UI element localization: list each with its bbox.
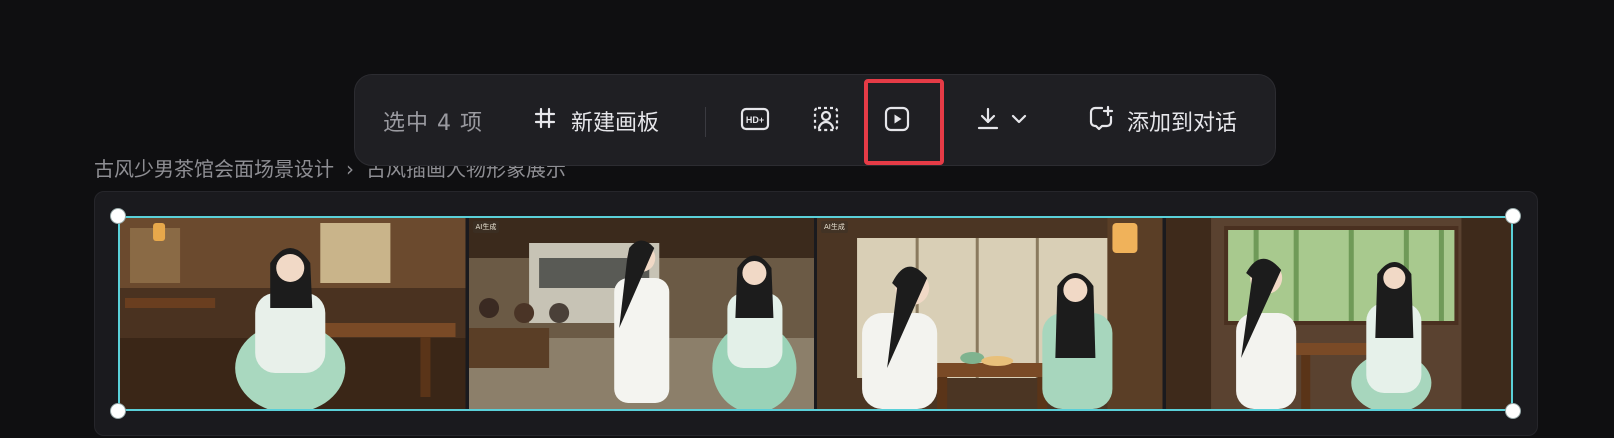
- add-to-chat-button[interactable]: 添加到对话: [1087, 75, 1237, 167]
- hd-upscale-icon: HD+: [740, 106, 770, 136]
- breadcrumb-project[interactable]: 古风少男茶馆会面场景设计: [94, 152, 334, 186]
- resize-handle-top-right[interactable]: [1505, 208, 1521, 224]
- person-cutout-icon: [812, 105, 840, 137]
- download-button[interactable]: [975, 75, 1029, 167]
- download-icon: [975, 106, 1001, 136]
- crop-frame-icon: [533, 106, 557, 136]
- cutout-button[interactable]: [804, 99, 848, 143]
- hd-upscale-button[interactable]: HD+: [733, 99, 777, 143]
- add-chat-icon: [1087, 104, 1115, 138]
- new-board-label: 新建画板: [571, 111, 660, 136]
- selected-count-label: 选中 4 项: [383, 111, 483, 136]
- breadcrumb-chevron-icon: ›: [346, 157, 354, 181]
- new-board-button[interactable]: 新建画板: [533, 75, 659, 167]
- add-to-chat-label: 添加到对话: [1127, 111, 1238, 136]
- selection-outline: [118, 216, 1513, 411]
- generate-video-button[interactable]: [875, 99, 919, 143]
- selection-toolbar: 选中 4 项 新建画板 HD+ 添加到对话: [354, 74, 1276, 166]
- resize-handle-bottom-right[interactable]: [1505, 403, 1521, 419]
- play-video-icon: [883, 105, 911, 137]
- toolbar-divider: [705, 107, 706, 137]
- resize-handle-top-left[interactable]: [110, 208, 126, 224]
- resize-handle-bottom-left[interactable]: [110, 403, 126, 419]
- chevron-down-icon: [1009, 109, 1029, 133]
- svg-text:HD+: HD+: [746, 115, 764, 125]
